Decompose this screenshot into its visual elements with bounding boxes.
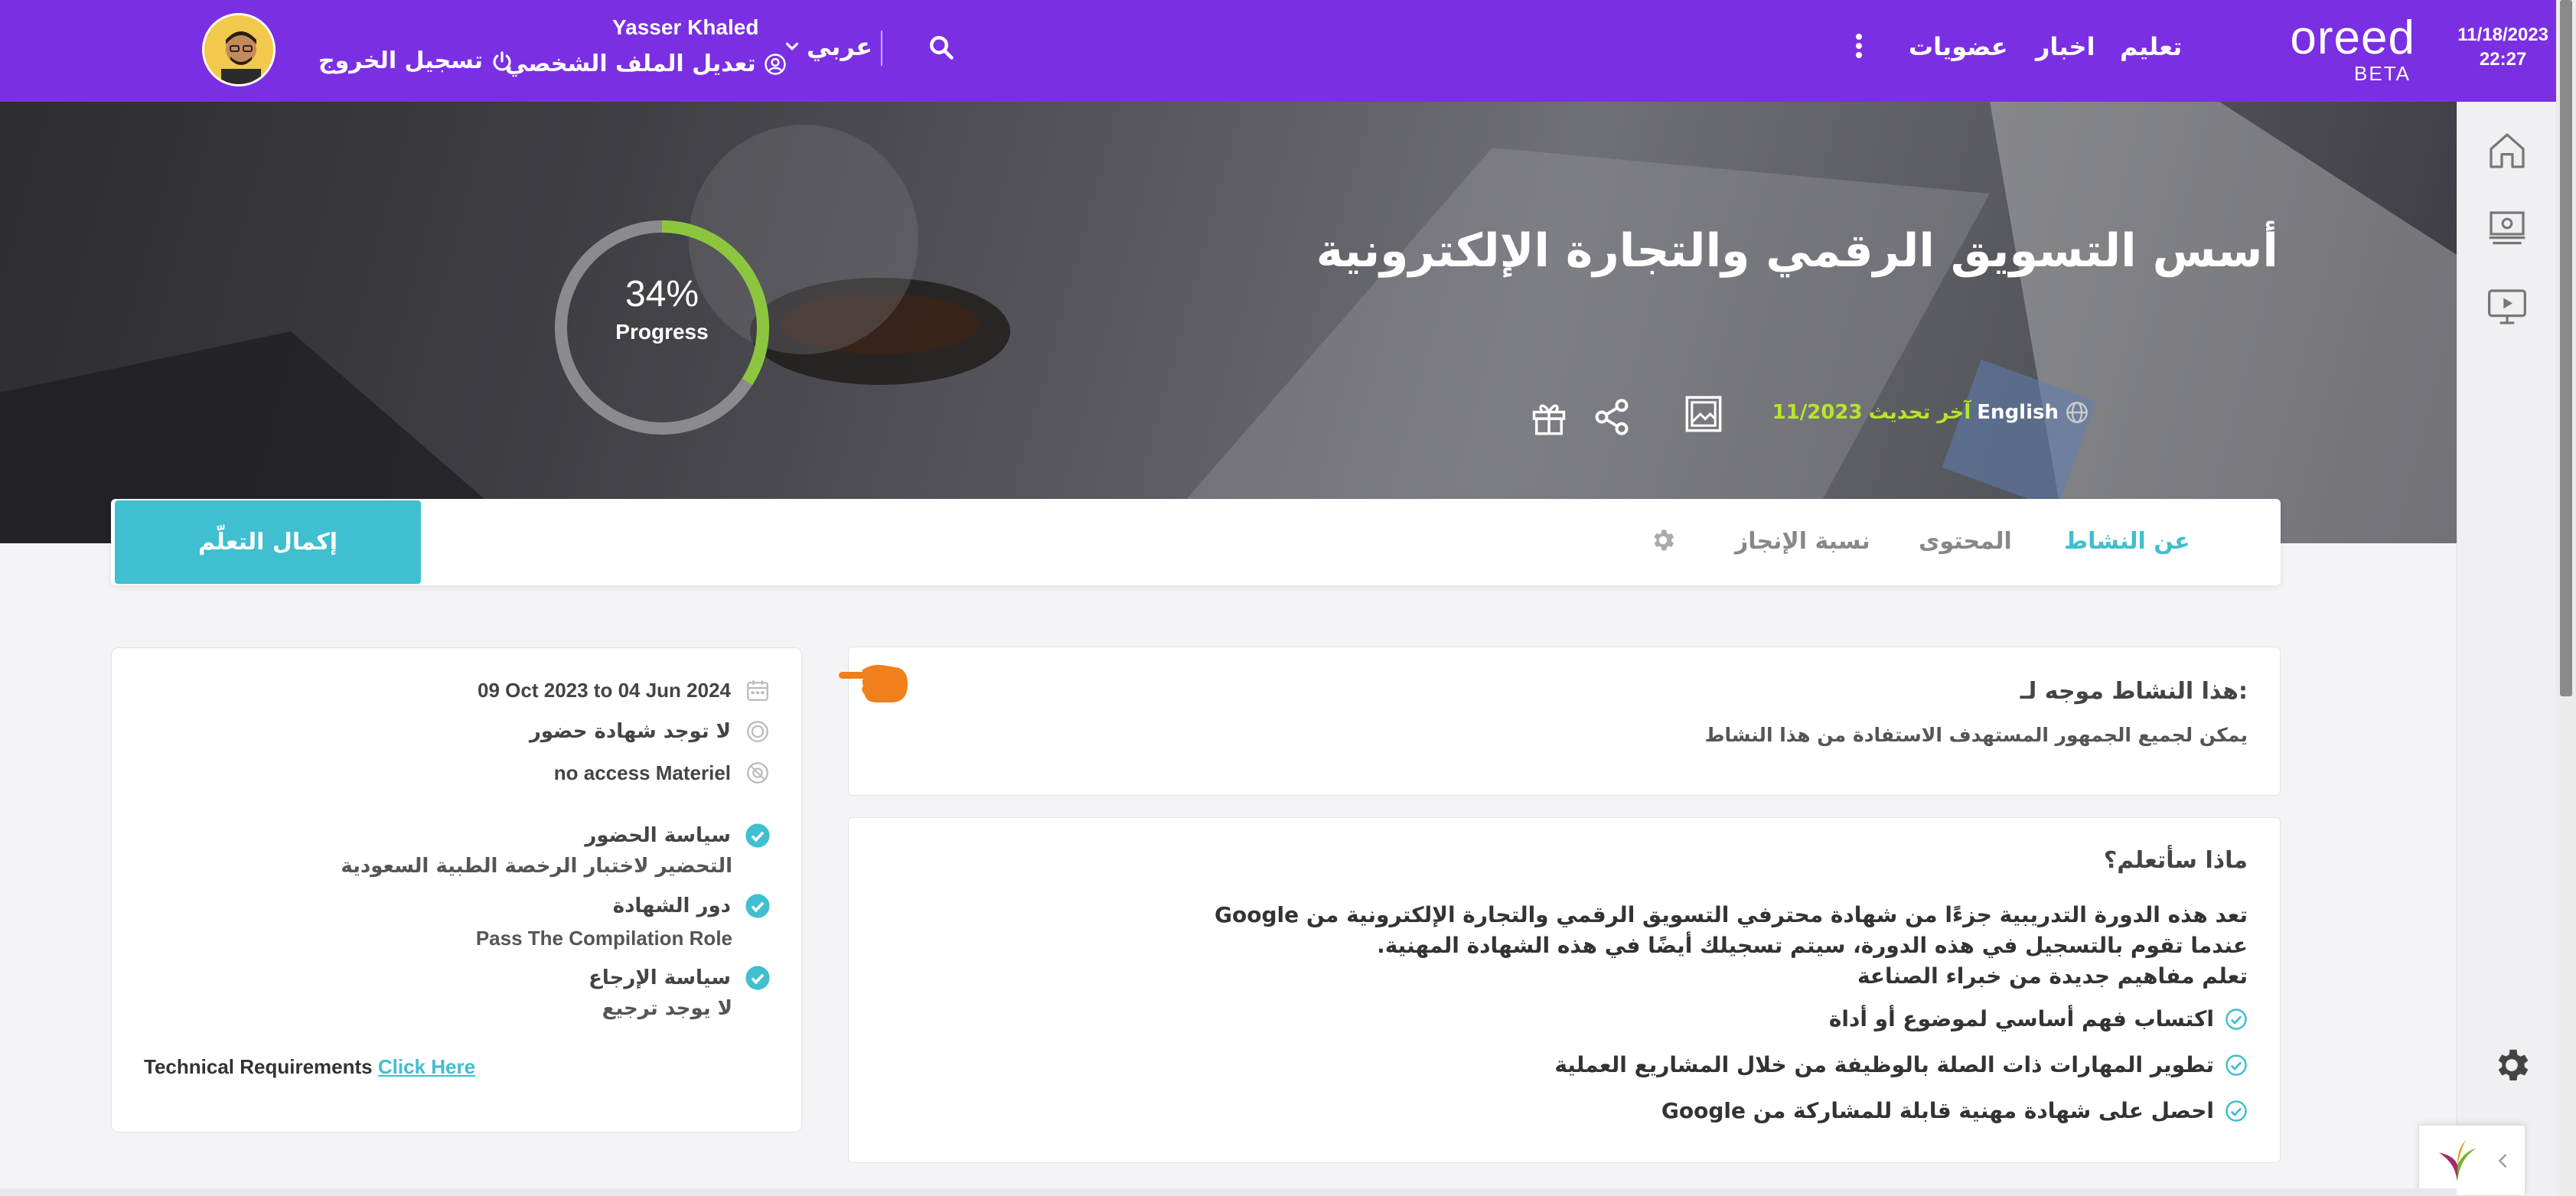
complete-learning-button[interactable]: إكمال التعلّم (115, 500, 421, 584)
learn-bullet-text: احصل على شهادة مهنية قابلة للمشاركة من G… (1661, 1098, 2214, 1123)
classroom-icon[interactable] (2486, 207, 2529, 250)
language-label: عربي (807, 32, 873, 61)
current-date: 11/18/2023 (2457, 24, 2548, 45)
settings-icon[interactable] (1649, 526, 1677, 554)
learn-bullet-text: اكتساب فهم أساسي لموضوع أو أداة (1828, 1006, 2214, 1031)
nav-education[interactable]: تعليم (2120, 32, 2182, 61)
learn-bullet: احصل على شهادة مهنية قابلة للمشاركة من G… (1661, 1098, 2248, 1123)
nav-memberships[interactable]: عضويات (1909, 32, 2008, 61)
learn-bullet: تطوير المهارات ذات الصلة بالوظيفة من خلا… (1554, 1052, 2248, 1077)
logo-text: oreed (2290, 11, 2415, 64)
check-circle-filled-icon (745, 894, 770, 918)
learn-paragraph-line: تعد هذه الدورة التدريبية جزءًا من شهادة … (1215, 902, 2248, 927)
learning-outcomes-card: ماذا سأتعلم؟ تعد هذه الدورة التدريبية جز… (848, 817, 2281, 1163)
page-scrollbar[interactable] (2556, 0, 2576, 1196)
video-screen-icon[interactable] (2486, 285, 2529, 328)
certificate-role-row: دور الشهادة (613, 893, 771, 919)
refund-policy-label: سياسة الإرجاع (589, 966, 731, 989)
tech-req-label: Technical Requirements (144, 1055, 373, 1078)
check-circle-filled-icon (745, 823, 770, 848)
scrollbar-thumb[interactable] (2560, 0, 2572, 696)
edit-profile-label: تعديل الملف الشخصي (505, 51, 756, 77)
certificate-role-label: دور الشهادة (612, 895, 731, 917)
materials-access: no access Materiel (553, 761, 731, 784)
learn-heading: ماذا سأتعلم؟ (2103, 847, 2248, 874)
chat-widget[interactable] (2418, 1125, 2525, 1196)
attendance-certificate: لا توجد شهادة حضور (529, 720, 731, 743)
audience-card: هذا النشاط موجه لـ: يمكن لجميع الجمهور ا… (848, 647, 2281, 796)
share-icon[interactable] (1592, 397, 1632, 437)
gift-icon[interactable] (1529, 397, 1569, 437)
last-updated-date: 11/2023 (1772, 401, 1863, 424)
technical-requirements: Technical Requirements Click Here (144, 1055, 475, 1079)
tech-req-link[interactable]: Click Here (378, 1055, 475, 1078)
course-dates-row: 09 Oct 2023 to 04 Jun 2024 (478, 677, 771, 703)
oreed-logo[interactable]: oreed BETA (2290, 11, 2415, 85)
course-info-card: 09 Oct 2023 to 04 Jun 2024 لا توجد شهادة… (111, 647, 802, 1132)
learn-paragraph-line: تعلم مفاهيم جديدة من خبراء الصناعة (1857, 963, 2248, 989)
course-dates: 09 Oct 2023 to 04 Jun 2024 (478, 678, 731, 702)
certificate-role-value: Pass The Compilation Role (475, 927, 732, 950)
hero-background-image (0, 102, 2457, 543)
course-hero: أسس التسويق الرقمي والتجارة الإلكترونية … (0, 102, 2457, 543)
right-sidebar (2457, 102, 2556, 1196)
logout-label: تسجيل الخروج (318, 47, 483, 74)
globe-icon (2066, 402, 2088, 423)
page-bottom-edge (0, 1188, 2457, 1196)
materials-icon (747, 762, 768, 784)
home-icon[interactable] (2486, 129, 2529, 172)
materials-row: no access Materiel (554, 760, 771, 786)
learn-bullet-text: تطوير المهارات ذات الصلة بالوظيفة من خلا… (1554, 1052, 2214, 1077)
audience-text: يمكن لجميع الجمهور المستهدف الاستفادة من… (1704, 724, 2248, 746)
check-circle-icon (2225, 1100, 2247, 1122)
user-name: Yasser Khaled (612, 15, 759, 39)
logo-beta-badge: BETA (2354, 62, 2411, 85)
refund-policy-value: لا يوجد ترجيع (602, 997, 732, 1020)
search-icon[interactable] (928, 34, 955, 61)
tab-about-activity[interactable]: عن النشاط (2064, 528, 2190, 555)
attendance-policy-value: التحضير لاختبار الرخصة الطبية السعودية (341, 855, 732, 878)
learn-paragraph-line: عندما تقوم بالتسجيل في هذه الدورة، سيتم … (1377, 933, 2248, 958)
check-circle-icon (2225, 1008, 2247, 1030)
attendance-policy-label: سياسة الحضور (585, 824, 731, 847)
top-navbar: 11/18/2023 22:27 oreed BETA تعليم اخبار … (0, 0, 2576, 102)
tab-completion-rate[interactable]: نسبة الإنجاز (1735, 528, 1870, 555)
attendance-policy-row: سياسة الحضور (585, 823, 771, 849)
user-circle-icon (764, 53, 786, 75)
progress-label: Progress (615, 320, 709, 344)
check-circle-filled-icon (745, 966, 770, 990)
language-switcher[interactable]: عربي (784, 32, 872, 61)
pointing-hand-icon (839, 664, 908, 702)
certificate-icon (747, 721, 768, 742)
tab-content[interactable]: المحتوى (1919, 528, 2012, 555)
user-photo (204, 15, 273, 84)
progress-percent: 34% (624, 274, 699, 314)
learn-bullet: اكتساب فهم أساسي لموضوع أو أداة (1829, 1006, 2248, 1031)
course-tabs: إكمال التعلّم نسبة الإنجاز المحتوى عن ال… (111, 499, 2281, 585)
chevron-left-icon[interactable] (2493, 1150, 2514, 1172)
logout-link[interactable]: تسجيل الخروج (318, 47, 514, 74)
more-vertical-icon[interactable] (1854, 31, 1864, 61)
yoast-logo-icon (2439, 1140, 2476, 1181)
progress-readout: 34% Progress (551, 273, 773, 344)
power-icon (493, 51, 511, 70)
calendar-icon (747, 680, 768, 701)
sidebar-settings-icon[interactable] (2491, 1044, 2532, 1086)
refund-policy-row: سياسة الإرجاع (589, 965, 771, 991)
course-language: English (1977, 401, 2059, 424)
edit-profile-link[interactable]: تعديل الملف الشخصي (505, 51, 787, 77)
audience-heading: هذا النشاط موجه لـ: (2020, 678, 2248, 705)
avatar[interactable] (202, 13, 276, 86)
course-meta: English آخر تحديث 11/2023 (1772, 400, 2089, 425)
divider (881, 31, 882, 66)
current-time: 22:27 (2479, 49, 2527, 70)
course-title: أسس التسويق الرقمي والتجارة الإلكترونية (1316, 224, 2278, 278)
gallery-icon[interactable] (1684, 394, 1723, 434)
datetime: 11/18/2023 22:27 (2457, 23, 2548, 72)
last-updated-label: آخر تحديث (1868, 401, 1971, 424)
nav-news[interactable]: اخبار (2036, 32, 2095, 61)
attendance-certificate-row: لا توجد شهادة حضور (530, 719, 771, 745)
check-circle-icon (2225, 1054, 2247, 1076)
